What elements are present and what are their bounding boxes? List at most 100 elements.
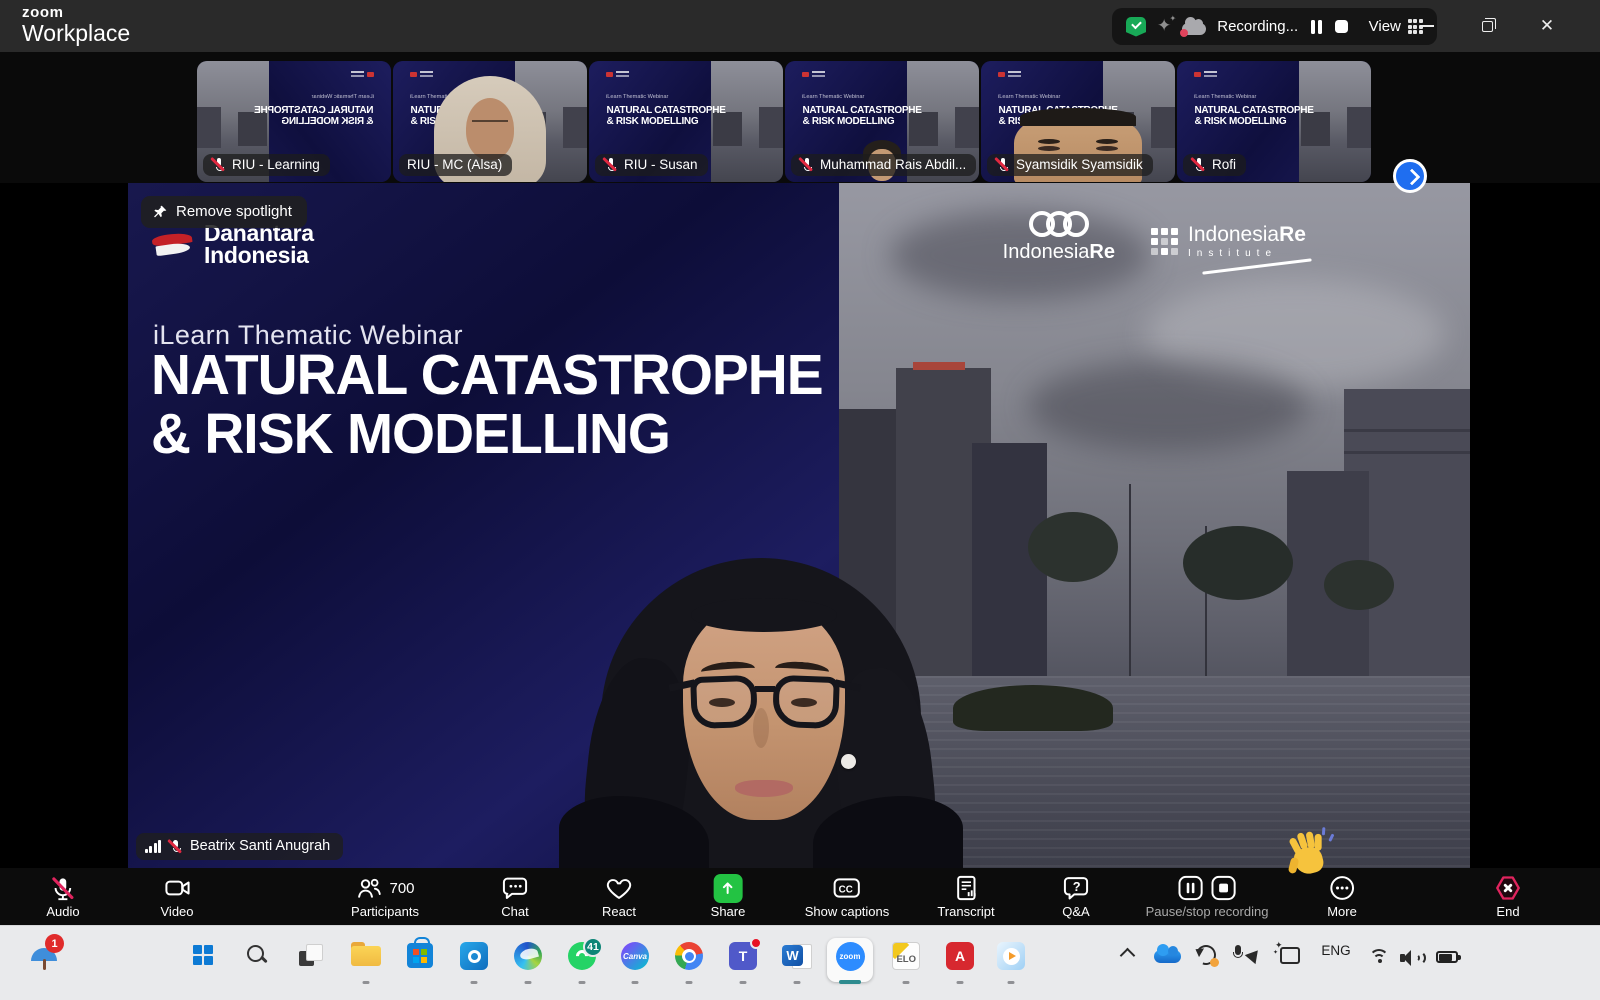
- windows-start-icon: [193, 945, 213, 965]
- language-label: ENG: [1321, 943, 1350, 958]
- audio-label: Audio: [46, 904, 79, 919]
- sync-alert-dot: [1210, 958, 1219, 967]
- microsoft-store-icon: [407, 943, 433, 968]
- taskbar-acrobat[interactable]: A: [937, 937, 983, 987]
- more-button[interactable]: More: [1327, 873, 1357, 919]
- meeting-toolbar: Audio Video 700 Participants Chat React …: [0, 868, 1600, 925]
- whatsapp-icon: 41: [568, 942, 596, 970]
- security-shield-icon[interactable]: [1126, 17, 1146, 37]
- tray-wifi[interactable]: [1362, 937, 1398, 987]
- chat-button[interactable]: Chat: [501, 873, 529, 919]
- pause-recording-icon: [1176, 874, 1204, 902]
- taskbar-umbrella-app[interactable]: 1: [23, 937, 69, 987]
- mic-location-icons: [1235, 945, 1261, 967]
- tray-mic-location[interactable]: [1228, 937, 1268, 987]
- participant-name-tag: RIU - Learning: [203, 154, 330, 176]
- cloud-recording-icon: [1182, 23, 1206, 35]
- pearl-earring: [841, 754, 856, 769]
- tray-screen-capture[interactable]: [1272, 937, 1308, 987]
- show-captions-button[interactable]: CC Show captions: [805, 873, 890, 919]
- zoom-app-icon: zoom: [836, 942, 865, 971]
- video-label: Video: [160, 904, 193, 919]
- taskbar-whatsapp[interactable]: 41: [559, 937, 605, 987]
- onedrive-cloud-icon: [1154, 950, 1181, 963]
- sync-icon: [1196, 945, 1216, 965]
- search-icon: [246, 944, 268, 966]
- participants-button[interactable]: 700 Participants: [351, 873, 419, 919]
- elo-icon: ELO: [892, 942, 920, 970]
- indonesiare-logo: IndonesiaRe: [1003, 211, 1115, 264]
- muted-mic-icon: [1191, 157, 1206, 172]
- tray-volume[interactable]: [1394, 937, 1430, 987]
- end-meeting-button[interactable]: End: [1494, 873, 1522, 919]
- tray-language-switcher[interactable]: ENG: [1314, 937, 1358, 987]
- qa-button[interactable]: ? Q&A: [1062, 873, 1090, 919]
- muted-mic-icon: [168, 839, 183, 854]
- zoom-running-indicator: [839, 980, 861, 984]
- word-icon: W: [782, 942, 812, 969]
- participant-name: RIU - MC (Alsa): [407, 157, 502, 172]
- taskbar-edge[interactable]: [505, 937, 551, 987]
- participant-thumbnail-riu-susan[interactable]: iLearn Thematic Webinar NATURAL CATASTRO…: [589, 61, 783, 182]
- minimize-button[interactable]: [1398, 0, 1456, 52]
- taskbar-word[interactable]: W: [774, 937, 820, 987]
- task-view-icon: [299, 944, 323, 966]
- participant-thumbnail-syamsidik[interactable]: iLearn Thematic Webinar NATURAL CATASTRO…: [981, 61, 1175, 182]
- participant-name-tag: RIU - MC (Alsa): [399, 154, 512, 176]
- tray-onedrive[interactable]: [1148, 937, 1186, 987]
- participant-thumbnail-rofi[interactable]: iLearn Thematic Webinar NATURAL CATASTRO…: [1177, 61, 1371, 182]
- whatsapp-badge: 41: [583, 937, 603, 957]
- stop-recording-button[interactable]: [1335, 20, 1348, 33]
- participant-name-tag: Rofi: [1183, 154, 1246, 176]
- indonesiare-circles-icon: [1003, 211, 1115, 237]
- muted-mic-icon: [995, 157, 1010, 172]
- participant-thumbnail-riu-mc-alsa[interactable]: iLearn Thematic Webinar NATURAL CATASTRO…: [393, 61, 587, 182]
- screen-capture-icon: [1280, 947, 1300, 964]
- transcript-icon: [952, 874, 980, 902]
- tray-sync-status[interactable]: [1188, 937, 1224, 987]
- taskbar-task-view-button[interactable]: [288, 937, 334, 987]
- umbrella-icon: 1: [31, 942, 61, 968]
- acrobat-icon: A: [946, 942, 974, 970]
- file-explorer-icon: [351, 942, 381, 966]
- share-button[interactable]: Share: [711, 873, 746, 919]
- transcript-label: Transcript: [937, 904, 994, 919]
- window-titlebar: zoom Workplace ✦ Recording... View ✕: [0, 0, 1600, 52]
- share-label: Share: [711, 904, 746, 919]
- ai-companion-icon[interactable]: ✦: [1157, 16, 1171, 36]
- close-button[interactable]: ✕: [1518, 0, 1576, 52]
- transcript-button[interactable]: Transcript: [937, 873, 994, 919]
- taskbar-zoom-active[interactable]: zoom: [827, 937, 873, 987]
- taskbar-outlook[interactable]: [451, 937, 497, 987]
- end-label: End: [1496, 904, 1519, 919]
- react-button[interactable]: React: [602, 873, 636, 919]
- tray-battery[interactable]: [1428, 937, 1466, 987]
- pause-stop-recording-button[interactable]: Pause/stop recording: [1146, 873, 1269, 919]
- video-button[interactable]: Video: [160, 873, 193, 919]
- taskbar-canva[interactable]: Canva: [612, 937, 658, 987]
- danantara-indonesia-logo: Danantara Indonesia: [150, 223, 314, 267]
- recording-label: Pause/stop recording: [1146, 904, 1269, 919]
- restore-button[interactable]: [1458, 0, 1516, 52]
- mic-muted-icon: [50, 875, 77, 902]
- video-camera-icon: [163, 874, 191, 902]
- tray-hidden-icons-button[interactable]: [1110, 937, 1144, 987]
- filmstrip-next-page-button[interactable]: [1393, 159, 1427, 193]
- taskbar-elo[interactable]: ELO: [883, 937, 929, 987]
- participant-thumbnail-muhammad-rais[interactable]: iLearn Thematic Webinar NATURAL CATASTRO…: [785, 61, 979, 182]
- slide-title-line1: NATURAL CATASTROPHE: [151, 346, 823, 405]
- taskbar-media-player[interactable]: [988, 937, 1034, 987]
- speaker-name: Beatrix Santi Anugrah: [190, 838, 330, 854]
- taskbar-teams[interactable]: T: [720, 937, 766, 987]
- taskbar-start-button[interactable]: [180, 937, 226, 987]
- taskbar-search-button[interactable]: [234, 937, 280, 987]
- connection-signal-icon: [145, 840, 161, 853]
- taskbar-file-explorer[interactable]: [343, 937, 389, 987]
- taskbar-microsoft-store[interactable]: [397, 937, 443, 987]
- audio-button[interactable]: Audio: [46, 873, 79, 919]
- taskbar-chrome[interactable]: [666, 937, 712, 987]
- spotlight-video[interactable]: Danantara Indonesia iLearn Thematic Webi…: [128, 183, 1470, 868]
- pause-recording-button[interactable]: [1309, 20, 1324, 34]
- remove-spotlight-button[interactable]: Remove spotlight: [141, 196, 307, 228]
- participant-thumbnail-riu-learning[interactable]: iLearn Thematic Webinar NATURAL CATASTRO…: [197, 61, 391, 182]
